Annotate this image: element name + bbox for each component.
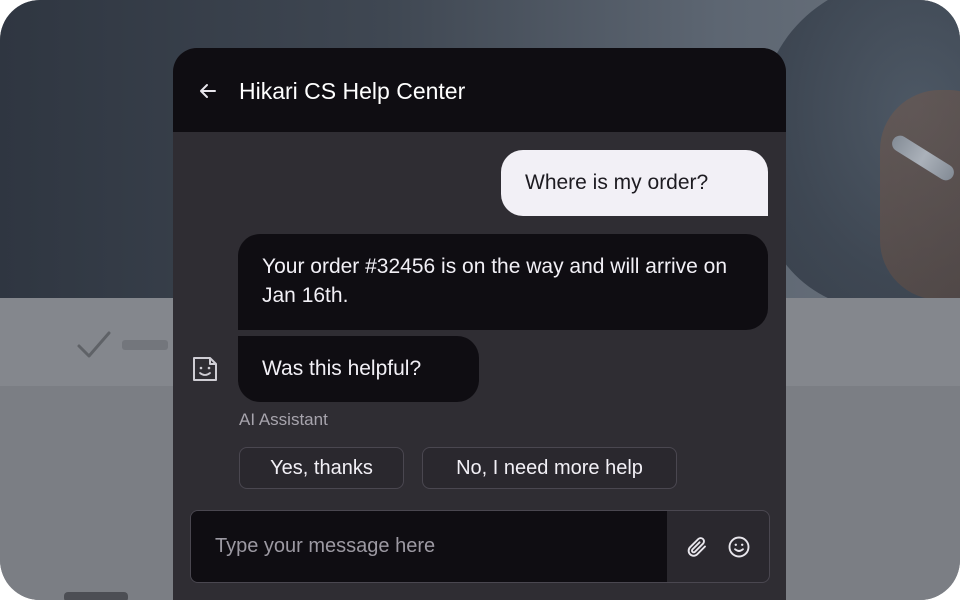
background-element	[64, 592, 128, 600]
bot-face-icon	[193, 357, 217, 381]
arrow-left-icon	[200, 84, 216, 98]
user-message-bubble: Where is my order?	[501, 150, 768, 216]
chat-title: Hikari CS Help Center	[239, 78, 466, 104]
background-feature-text	[122, 340, 168, 350]
smiley-icon	[728, 536, 750, 558]
emoji-button[interactable]	[725, 533, 753, 561]
quick-reply-yes-button[interactable]: Yes, thanks	[239, 447, 404, 489]
bot-message-bubble: Your order #32456 is on the way and will…	[238, 234, 768, 330]
back-button[interactable]	[193, 76, 223, 106]
quick-reply-no-button[interactable]: No, I need more help	[422, 447, 677, 489]
bot-message-bubble: Was this helpful?	[238, 336, 479, 402]
attach-button[interactable]	[683, 533, 711, 561]
chat-header: Hikari CS Help Center	[173, 48, 786, 132]
message-composer	[190, 510, 770, 583]
app-frame: Hikari CS Help Center Where is my order?…	[0, 0, 960, 600]
paperclip-icon	[687, 537, 706, 557]
checkmark-icon	[77, 331, 111, 358]
chat-panel: Hikari CS Help Center Where is my order?…	[173, 48, 786, 600]
background-arm	[880, 90, 960, 300]
sender-label: AI Assistant	[239, 410, 328, 429]
message-input[interactable]	[191, 511, 667, 582]
